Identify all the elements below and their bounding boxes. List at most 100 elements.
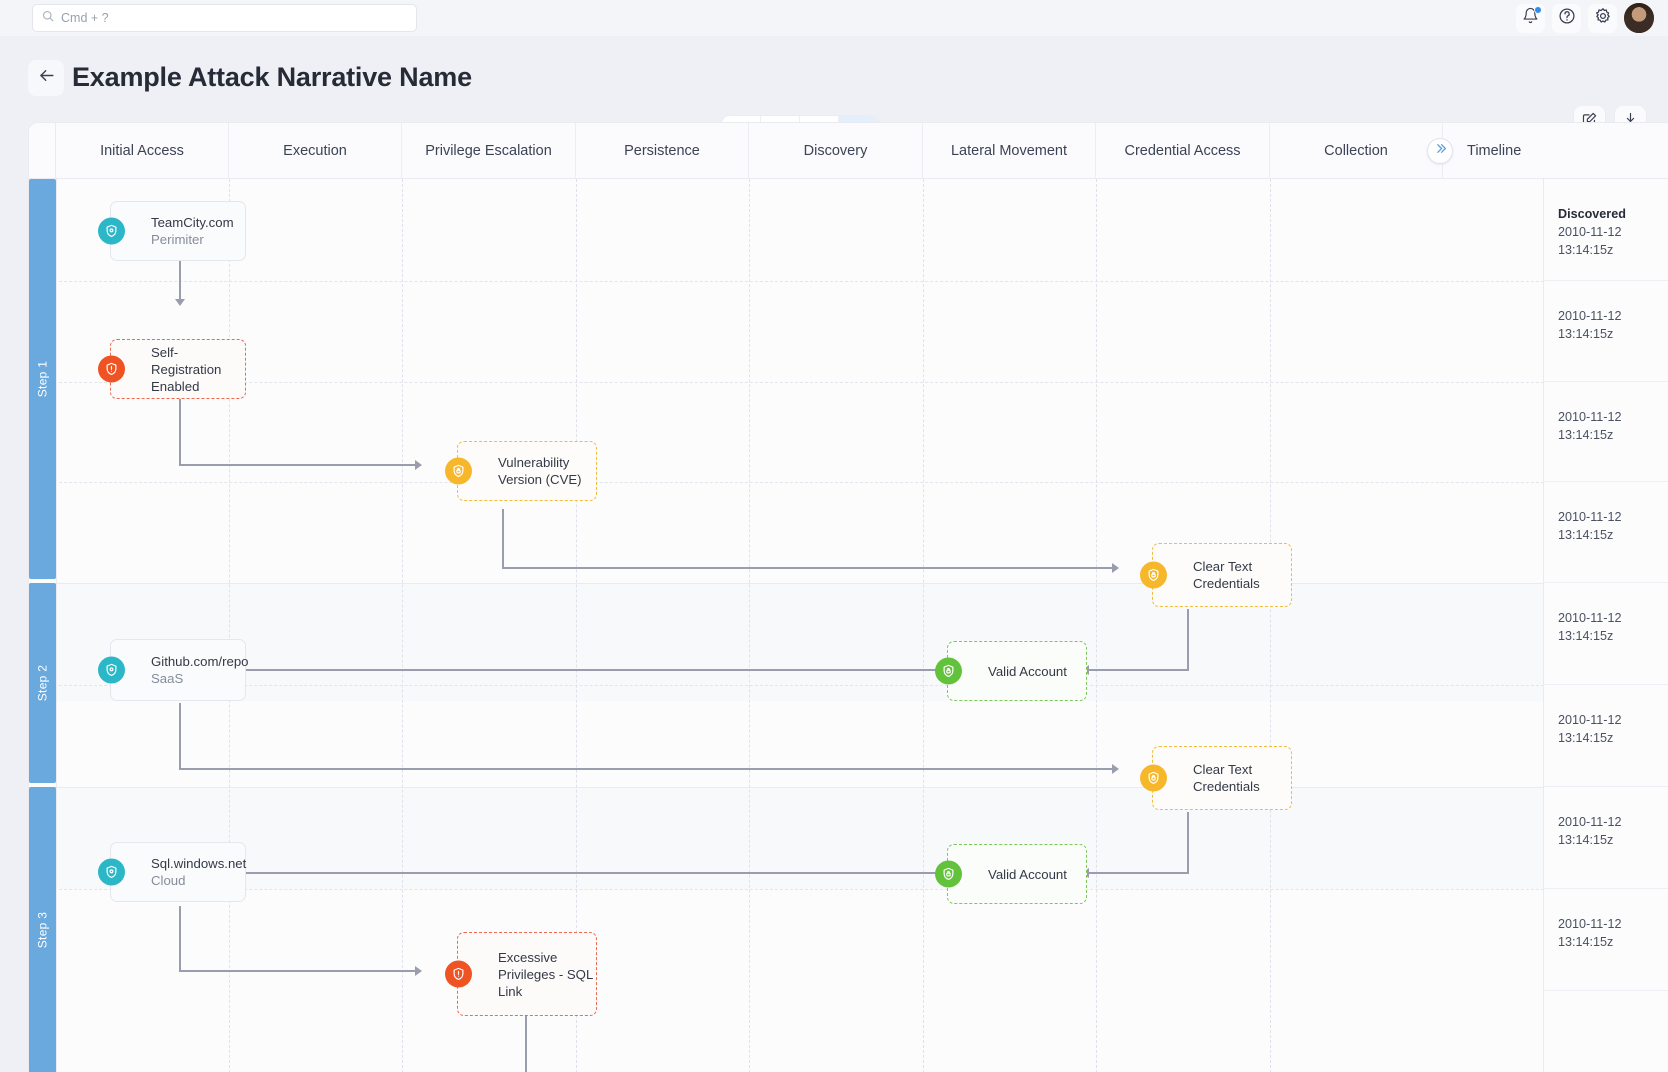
- timeline-date: 2010-11-12: [1558, 611, 1622, 625]
- node-title: Valid Account: [988, 663, 1067, 679]
- node-self-registration[interactable]: Self-Registration Enabled: [98, 339, 246, 399]
- timeline-time: 13:14:15z: [1558, 833, 1614, 847]
- edge-connector: [525, 1016, 527, 1072]
- shield-target-icon: [98, 656, 125, 684]
- double-chevron-right-icon: [1434, 142, 1447, 160]
- back-button[interactable]: [28, 60, 64, 96]
- timeline-date: 2010-11-12: [1558, 309, 1622, 323]
- edge-connector: [502, 509, 504, 569]
- step-rail-step-2[interactable]: Step 2: [29, 583, 56, 783]
- grid-line-h: [29, 889, 1668, 890]
- node-title: Sql.windows.net: [151, 856, 247, 871]
- timeline-time: 13:14:15z: [1558, 528, 1614, 542]
- edge-connector: [239, 872, 948, 874]
- node-teamcity[interactable]: TeamCity.com Perimiter: [98, 201, 246, 261]
- column-header-row: Initial Access Execution Privilege Escal…: [29, 123, 1668, 179]
- shield-lock-icon: [1140, 764, 1167, 792]
- node-excessive-privileges[interactable]: Excessive Privileges - SQL Link: [445, 932, 597, 1016]
- page-title: Example Attack Narrative Name: [72, 62, 472, 92]
- notifications-button[interactable]: [1516, 3, 1545, 33]
- column-header-credential-access[interactable]: Credential Access: [1096, 123, 1270, 179]
- shield-alert-icon: [445, 960, 472, 988]
- search-input[interactable]: [61, 11, 407, 25]
- step-rail-label: Step 2: [35, 664, 50, 702]
- grid-line-h: [29, 382, 1668, 383]
- timeline-date: 2010-11-12: [1558, 410, 1622, 424]
- settings-button[interactable]: [1588, 3, 1617, 33]
- shield-target-icon: [98, 217, 125, 245]
- collapse-timeline-button[interactable]: [1427, 138, 1453, 164]
- attack-board: Initial Access Execution Privilege Escal…: [28, 122, 1668, 1072]
- column-header-lateral-movement[interactable]: Lateral Movement: [923, 123, 1096, 179]
- timeline-time: 13:14:15z: [1558, 327, 1614, 341]
- step-rail-label: Step 1: [35, 360, 50, 398]
- edge-connector: [1089, 669, 1189, 671]
- node-label: Github.com/repo SaaS: [151, 653, 249, 687]
- node-github-repo[interactable]: Github.com/repo SaaS: [98, 639, 249, 701]
- timeline-cell: 2010-11-12 13:14:15z: [1544, 685, 1668, 787]
- timeline-time: 13:14:15z: [1558, 935, 1614, 949]
- node-subtitle: Cloud: [151, 873, 186, 888]
- node-vulnerability-cve[interactable]: Vulnerability Version (CVE): [445, 441, 597, 501]
- edge-connector: [179, 464, 417, 466]
- shield-lock-icon: [445, 457, 472, 485]
- node-title: Valid Account: [988, 866, 1067, 882]
- timeline-time: 13:14:15z: [1558, 428, 1614, 442]
- node-valid-account-2[interactable]: Valid Account: [935, 844, 1087, 904]
- top-bar-actions: [1516, 0, 1654, 36]
- edge-connector: [228, 669, 948, 671]
- edge-connector: [179, 703, 181, 770]
- question-circle-icon: [1558, 7, 1576, 30]
- help-button[interactable]: [1552, 3, 1581, 33]
- node-subtitle: SaaS: [151, 671, 184, 686]
- shield-alert-icon: [98, 355, 125, 383]
- timeline-cell: 2010-11-12 13:14:15z: [1544, 583, 1668, 685]
- timeline-cell: 2010-11-12 13:14:15z: [1544, 889, 1668, 991]
- column-header-execution[interactable]: Execution: [229, 123, 402, 179]
- timeline-time: 13:14:15z: [1558, 243, 1614, 257]
- grid-line-h: [29, 787, 1668, 788]
- column-header-discovery[interactable]: Discovery: [749, 123, 923, 179]
- grid-line-v: [229, 179, 230, 1072]
- edge-arrowhead: [1112, 563, 1119, 573]
- node-sql-windows-net[interactable]: Sql.windows.net Cloud: [98, 842, 247, 902]
- timeline-cell: Discovered 2010-11-12 13:14:15z: [1544, 179, 1668, 281]
- grid-line-h: [29, 685, 1668, 686]
- column-header-collection[interactable]: Collection: [1270, 123, 1443, 179]
- shield-check-icon: [935, 860, 962, 888]
- column-header-persistence[interactable]: Persistence: [576, 123, 749, 179]
- timeline-date: 2010-11-12: [1558, 713, 1622, 727]
- timeline-cell: 2010-11-12 13:14:15z: [1544, 382, 1668, 482]
- global-search[interactable]: [32, 4, 417, 32]
- node-valid-account-1[interactable]: Valid Account: [935, 641, 1087, 701]
- shield-target-icon: [98, 858, 125, 886]
- column-header-initial-access[interactable]: Initial Access: [56, 123, 229, 179]
- graph-canvas: Step 1 Step 2 Step 3 TeamCity.com Perimi…: [29, 179, 1668, 1072]
- edge-connector: [179, 970, 417, 972]
- step-rail-header: [29, 123, 56, 178]
- timeline-cell: 2010-11-12 13:14:15z: [1544, 787, 1668, 889]
- grid-line-h: [29, 482, 1668, 483]
- edge-connector: [179, 906, 181, 972]
- timeline-date: 2010-11-12: [1558, 225, 1622, 239]
- timeline-time: 13:14:15z: [1558, 731, 1614, 745]
- step-rail-label: Step 3: [35, 911, 50, 949]
- node-clear-text-credentials-1[interactable]: Clear Text Credentials: [1140, 543, 1292, 607]
- step-rail-step-1[interactable]: Step 1: [29, 179, 56, 579]
- node-title: Clear Text Credentials: [1193, 559, 1260, 591]
- edge-connector: [179, 260, 181, 301]
- edge-connector: [502, 567, 1114, 569]
- column-header-privilege-escalation[interactable]: Privilege Escalation: [402, 123, 576, 179]
- notification-badge: [1534, 5, 1542, 14]
- avatar[interactable]: [1624, 3, 1654, 33]
- shield-check-icon: [935, 657, 962, 685]
- top-bar: [0, 0, 1668, 36]
- search-icon: [42, 9, 54, 27]
- step-rail-step-3[interactable]: Step 3: [29, 787, 56, 1072]
- edge-connector: [179, 768, 1114, 770]
- edge-arrowhead: [1112, 764, 1119, 774]
- edge-arrowhead: [175, 299, 185, 306]
- timeline-cell: 2010-11-12 13:14:15z: [1544, 482, 1668, 583]
- gear-icon: [1594, 7, 1612, 30]
- node-clear-text-credentials-2[interactable]: Clear Text Credentials: [1140, 746, 1292, 810]
